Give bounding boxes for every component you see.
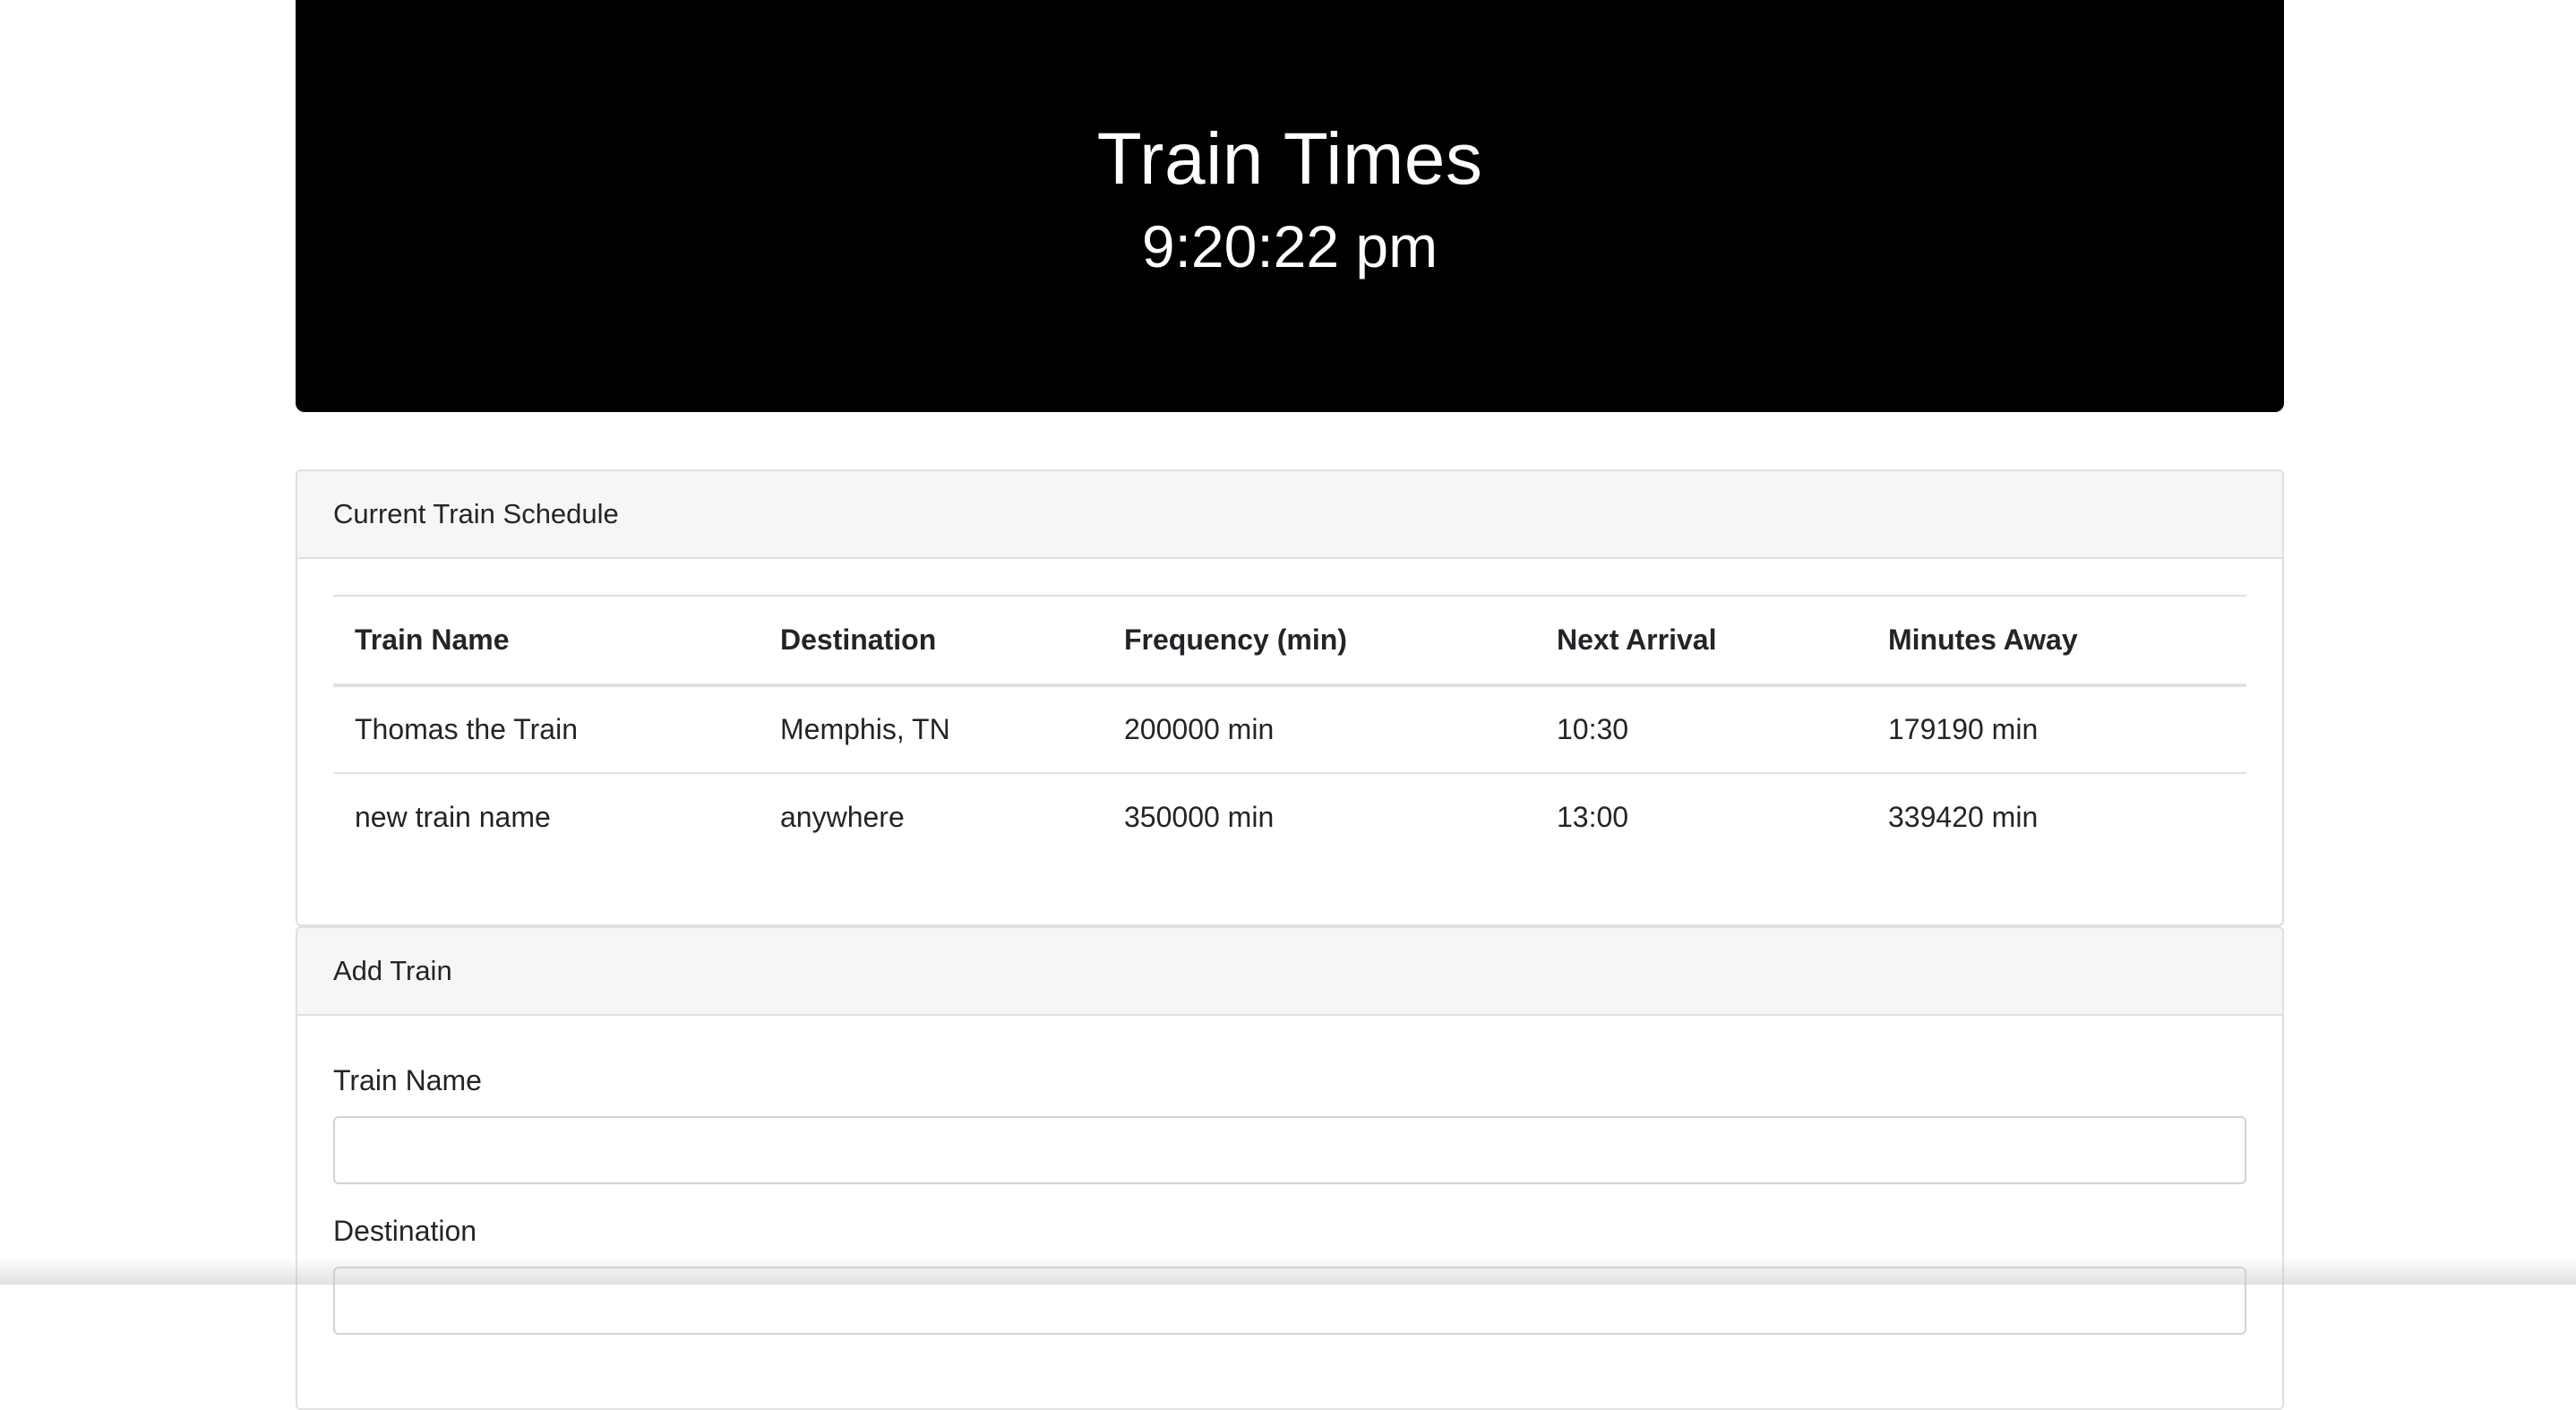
destination-group: Destination bbox=[333, 1213, 2246, 1335]
destination-label: Destination bbox=[333, 1213, 2246, 1249]
column-header-next-arrival: Next Arrival bbox=[1535, 596, 1867, 685]
table-row: Thomas the Train Memphis, TN 200000 min … bbox=[333, 685, 2246, 773]
train-name-group: Train Name bbox=[333, 1062, 2246, 1184]
cell-destination: Memphis, TN bbox=[759, 685, 1103, 773]
cell-train-name: new train name bbox=[333, 773, 759, 861]
destination-input[interactable] bbox=[333, 1267, 2246, 1335]
cell-minutes-away: 339420 min bbox=[1867, 773, 2246, 861]
cell-frequency: 200000 min bbox=[1103, 685, 1535, 773]
page-title: Train Times bbox=[296, 115, 2284, 204]
add-train-card-header: Add Train bbox=[297, 928, 2282, 1016]
table-row: new train name anywhere 350000 min 13:00… bbox=[333, 773, 2246, 861]
cell-next-arrival: 10:30 bbox=[1535, 685, 1867, 773]
train-name-label: Train Name bbox=[333, 1062, 2246, 1098]
cell-next-arrival: 13:00 bbox=[1535, 773, 1867, 861]
column-header-frequency: Frequency (min) bbox=[1103, 596, 1535, 685]
cell-frequency: 350000 min bbox=[1103, 773, 1535, 861]
column-header-destination: Destination bbox=[759, 596, 1103, 685]
cell-minutes-away: 179190 min bbox=[1867, 685, 2246, 773]
cell-destination: anywhere bbox=[759, 773, 1103, 861]
table-header-row: Train Name Destination Frequency (min) N… bbox=[333, 596, 2246, 685]
add-train-form: Train Name Destination bbox=[297, 1016, 2282, 1335]
schedule-table: Train Name Destination Frequency (min) N… bbox=[333, 595, 2246, 861]
cell-train-name: Thomas the Train bbox=[333, 685, 759, 773]
column-header-minutes-away: Minutes Away bbox=[1867, 596, 2246, 685]
add-train-card: Add Train Train Name Destination bbox=[296, 926, 2284, 1410]
header-banner: Train Times 9:20:22 pm bbox=[296, 0, 2284, 412]
train-name-input[interactable] bbox=[333, 1116, 2246, 1184]
current-time: 9:20:22 pm bbox=[296, 206, 2284, 287]
schedule-card-header: Current Train Schedule bbox=[297, 471, 2282, 559]
schedule-card: Current Train Schedule Train Name Destin… bbox=[296, 469, 2284, 926]
page-container: Train Times 9:20:22 pm Current Train Sch… bbox=[296, 0, 2284, 1410]
schedule-card-body: Train Name Destination Frequency (min) N… bbox=[297, 559, 2282, 861]
column-header-train-name: Train Name bbox=[333, 596, 759, 685]
